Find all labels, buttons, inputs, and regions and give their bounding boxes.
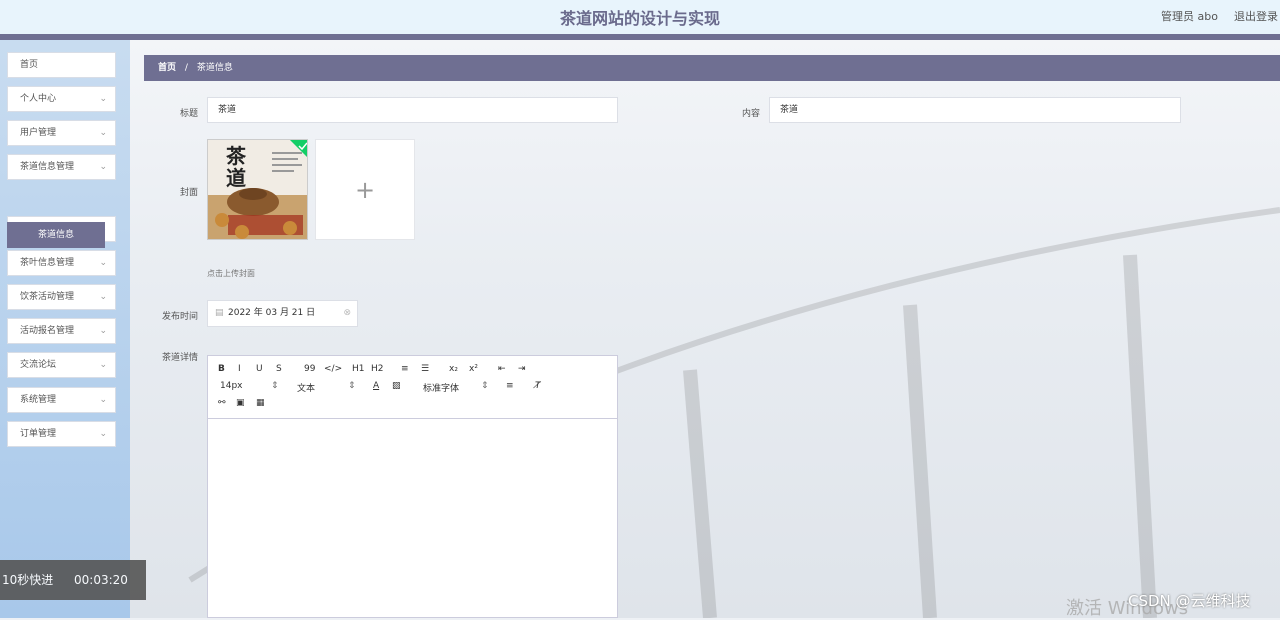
sidebar: 首页个人中心⌄用户管理⌄茶道信息管理⌄茶叶分类管理⌄茶叶信息管理⌄饮茶活动管理⌄… [0,40,130,618]
format-arrow-icon: ⇕ [348,381,356,391]
rich-text-editor[interactable]: B I U S 99 </> H1 H2 ≡ ☰ x₂ x² ⇤ ⇥ 14px ⇕ 文本 ⇕ A ▨ 标准… [207,355,618,618]
sidebar-item-activity-signup-mgmt[interactable]: 活动报名管理 ⌄ [7,318,116,344]
font-size-select[interactable]: 14px [220,381,243,391]
chevron-down-icon: ⌄ [99,395,107,405]
date-value: 2022 年 03 月 21 日 [228,308,316,318]
background-color-icon[interactable]: ▨ [392,381,401,391]
ordered-list-icon[interactable]: ≡ [401,364,409,374]
sidebar-item-forum[interactable]: 交流论坛 ⌄ [7,352,116,378]
sidebar-item-tea-leaf-mgmt[interactable]: 茶叶信息管理 ⌄ [7,250,116,276]
sidebar-item-personal-center[interactable]: 个人中心 ⌄ [7,86,116,112]
sidebar-item-label: 饮茶活动管理 [20,292,75,302]
sidebar-item-label: 订单管理 [20,429,57,439]
image-icon[interactable]: ▣ [236,398,245,408]
h1-icon[interactable]: H1 [352,364,365,374]
sidebar-item-label: 茶叶信息管理 [20,258,75,268]
sidebar-item-label: 活动报名管理 [20,326,75,336]
code-icon[interactable]: </> [324,364,342,374]
font-family-arrow-icon: ⇕ [481,381,489,391]
title-input[interactable]: 茶道 [207,97,618,123]
sidebar-item-label: 首页 [20,60,39,70]
chevron-down-icon: ⌄ [99,292,107,302]
italic-icon[interactable]: I [238,364,241,374]
sidebar-item-label: 系统管理 [20,395,57,405]
editor-toolbar: B I U S 99 </> H1 H2 ≡ ☰ x₂ x² ⇤ ⇥ 14px ⇕ 文本 ⇕ A ▨ 标准… [208,356,617,419]
cover-thumbnail [208,140,307,239]
bold-icon[interactable]: B [218,364,225,374]
site-title: 茶道网站的设计与实现 [559,9,720,28]
bullet-list-icon[interactable]: ☰ [421,364,429,374]
detail-label: 茶道详情 [161,353,198,363]
csdn-watermark: CSDN @云维科技 [1128,592,1251,610]
chevron-down-icon: ⌄ [99,128,107,138]
top-header: 茶道网站的设计与实现 管理员 abo 退出登录 [0,0,1280,34]
plus-icon: + [354,176,376,204]
format-select[interactable]: 文本 [297,381,315,394]
superscript-icon[interactable]: x² [469,364,478,374]
playback-overlay: 10秒快进 00:03:20 [0,560,146,600]
indent-icon[interactable]: ⇥ [518,364,526,374]
sidebar-item-order-mgmt[interactable]: 订单管理 ⌄ [7,421,116,447]
chevron-down-icon: ⌄ [99,258,107,268]
logout-link[interactable]: 退出登录 [1234,8,1278,24]
font-family-select[interactable]: 标准字体 [423,381,459,394]
date-picker[interactable]: ▤ 2022 年 03 月 21 日 ⊗ [207,300,358,327]
font-color-icon[interactable]: A [373,381,379,391]
quote-icon[interactable]: 99 [304,364,315,374]
breadcrumb-current: 茶道信息 [196,63,233,73]
sidebar-item-tea-activity-mgmt[interactable]: 饮茶活动管理 ⌄ [7,284,116,310]
date-label: 发布时间 [161,312,198,322]
strike-icon[interactable]: S [276,364,282,374]
sidebar-item-tea-info-mgmt[interactable]: 茶道信息管理 ⌄ [7,154,116,180]
sidebar-subitem-tea-info[interactable]: 茶道信息 [7,222,105,248]
content-label: 内容 [741,109,760,119]
title-label: 标题 [179,109,198,119]
sidebar-item-label: 个人中心 [20,94,57,104]
content-input[interactable]: 茶道 [769,97,1181,123]
font-size-arrow-icon: ⇕ [271,381,279,391]
cover-image[interactable]: 茶 道 [207,139,308,240]
breadcrumb: 首页 / 茶道信息 [144,55,1280,81]
sidebar-item-user-mgmt[interactable]: 用户管理 ⌄ [7,120,116,146]
align-icon[interactable]: ≡ [506,381,514,391]
admin-user-label: 管理员 abo [1161,10,1218,23]
sidebar-item-label: 茶道信息管理 [20,162,75,172]
chevron-down-icon: ⌄ [99,429,107,439]
playback-time: 00:03:20 [74,573,128,587]
upload-button[interactable]: + [315,139,415,240]
clear-format-icon[interactable]: T̸ [535,381,541,391]
chevron-down-icon: ⌄ [99,94,107,104]
cover-text-2: 道 [226,166,246,190]
sidebar-item-system-mgmt[interactable]: 系统管理 ⌄ [7,387,116,413]
cover-label: 封面 [179,188,198,198]
sidebar-item-label: 交流论坛 [20,360,57,370]
chevron-down-icon: ⌄ [99,162,107,172]
link-icon[interactable]: ⚯ [218,398,226,408]
upload-hint: 点击上传封面 [207,269,255,278]
speed-label: 10秒快进 [2,573,54,587]
sidebar-item-label: 用户管理 [20,128,57,138]
video-icon[interactable]: ▦ [256,398,265,408]
h2-icon[interactable]: H2 [371,364,384,374]
breadcrumb-separator: / [184,63,188,73]
sidebar-item-home[interactable]: 首页 [7,52,116,78]
subscript-icon[interactable]: x₂ [449,364,458,374]
chevron-down-icon: ⌄ [99,360,107,370]
clear-icon[interactable]: ⊗ [343,301,351,326]
breadcrumb-home[interactable]: 首页 [158,63,176,73]
chevron-down-icon: ⌄ [99,326,107,336]
calendar-icon: ▤ [215,308,224,318]
outdent-icon[interactable]: ⇤ [498,364,506,374]
underline-icon[interactable]: U [256,364,263,374]
